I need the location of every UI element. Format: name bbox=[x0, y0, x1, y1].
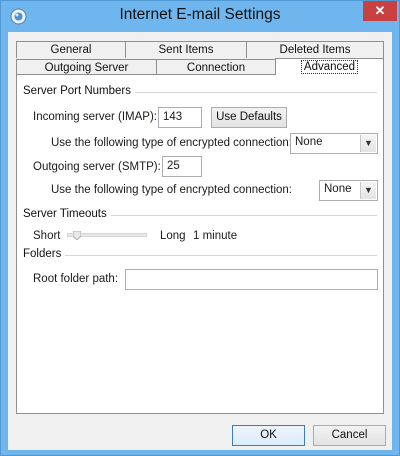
tab-label: Connection bbox=[186, 62, 246, 74]
select-value: None bbox=[324, 183, 352, 195]
incoming-encryption-label: Use the following type of encrypted conn… bbox=[51, 137, 293, 149]
timeout-long-label: Long bbox=[160, 230, 186, 242]
cancel-button[interactable]: Cancel bbox=[313, 425, 386, 446]
folders-heading: Folders bbox=[23, 248, 66, 260]
timeout-short-label: Short bbox=[33, 230, 61, 242]
outgoing-port-input[interactable]: 25 bbox=[162, 156, 202, 177]
dialog-client-area: General Sent Items Deleted Items Outgoin… bbox=[8, 32, 392, 450]
tab-general[interactable]: General bbox=[16, 41, 126, 58]
outgoing-encryption-select[interactable]: None ▼ bbox=[319, 180, 378, 201]
dialog-window: Internet E-mail Settings ✕ General Sent … bbox=[0, 0, 400, 456]
use-defaults-button[interactable]: Use Defaults bbox=[211, 107, 287, 128]
close-icon: ✕ bbox=[374, 3, 386, 18]
server-port-numbers-heading: Server Port Numbers bbox=[23, 85, 136, 97]
window-title: Internet E-mail Settings bbox=[119, 6, 281, 23]
tab-label: Outgoing Server bbox=[44, 62, 129, 74]
tab-label: Deleted Items bbox=[279, 44, 351, 56]
timeout-value: 1 minute bbox=[193, 230, 238, 242]
tab-label: Advanced bbox=[300, 60, 359, 74]
chevron-down-icon[interactable]: ▼ bbox=[360, 182, 376, 199]
group-divider bbox=[23, 255, 377, 256]
root-folder-label: Root folder path: bbox=[33, 273, 119, 285]
ok-button[interactable]: OK bbox=[232, 425, 305, 446]
tab-deleted-items[interactable]: Deleted Items bbox=[246, 41, 384, 58]
root-folder-input[interactable] bbox=[125, 269, 378, 290]
incoming-encryption-select[interactable]: None ▼ bbox=[290, 133, 378, 154]
outgoing-encryption-label: Use the following type of encrypted conn… bbox=[51, 184, 293, 196]
tab-label: General bbox=[50, 44, 92, 56]
close-button[interactable]: ✕ bbox=[363, 1, 397, 21]
incoming-server-label: Incoming server (IMAP): bbox=[33, 111, 157, 123]
chevron-down-icon[interactable]: ▼ bbox=[360, 135, 376, 152]
title-bar[interactable]: Internet E-mail Settings ✕ bbox=[1, 1, 399, 32]
select-value: None bbox=[295, 136, 323, 148]
server-timeouts-heading: Server Timeouts bbox=[23, 208, 111, 220]
tab-sent-items[interactable]: Sent Items bbox=[125, 41, 247, 58]
tab-label: Sent Items bbox=[158, 44, 214, 56]
advanced-tab-panel: Server Port Numbers Incoming server (IMA… bbox=[16, 74, 384, 414]
slider-thumb[interactable] bbox=[73, 231, 81, 240]
tab-advanced[interactable]: Advanced bbox=[275, 58, 384, 75]
incoming-port-input[interactable]: 143 bbox=[158, 107, 202, 128]
outgoing-server-label: Outgoing server (SMTP): bbox=[33, 161, 161, 173]
